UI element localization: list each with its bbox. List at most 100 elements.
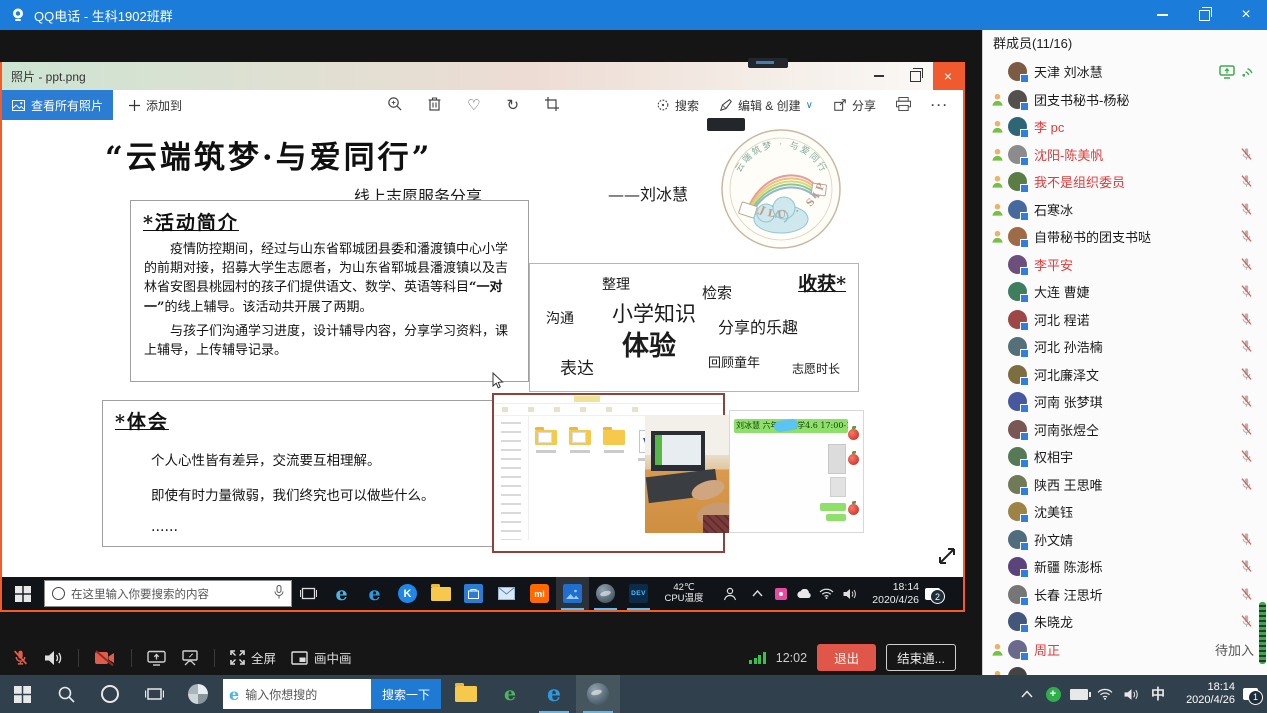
shared-clock[interactable]: 18:142020/4/26 bbox=[861, 581, 919, 606]
minimize-button[interactable] bbox=[1141, 0, 1183, 30]
avatar bbox=[1008, 227, 1027, 246]
rotate-icon[interactable]: ↻ bbox=[506, 98, 519, 113]
cortana-icon[interactable] bbox=[88, 675, 132, 713]
photos-restore-button[interactable] bbox=[897, 62, 933, 90]
photos-minimize-button[interactable] bbox=[861, 62, 897, 90]
edge-icon[interactable]: e bbox=[358, 577, 391, 610]
qq-app-icon[interactable] bbox=[576, 675, 620, 713]
member-name: 李 pc bbox=[1034, 117, 1064, 136]
qq-app-icon[interactable] bbox=[589, 577, 622, 610]
mic-muted-button[interactable] bbox=[12, 649, 29, 666]
member-row[interactable]: 河南张煜仝 bbox=[983, 416, 1267, 444]
antivirus-tray-icon[interactable]: + bbox=[1041, 675, 1065, 713]
file-explorer-icon[interactable] bbox=[424, 577, 457, 610]
member-row[interactable]: 石寒冰 bbox=[983, 196, 1267, 224]
member-row[interactable]: 朱晓龙 bbox=[983, 608, 1267, 636]
search-now-button[interactable]: 搜索一下 bbox=[371, 679, 441, 709]
green-browser-icon[interactable]: e bbox=[488, 675, 532, 713]
member-row[interactable]: 新疆 陈澎栎 bbox=[983, 553, 1267, 581]
tray-app-icon[interactable] bbox=[769, 577, 792, 610]
member-row[interactable]: 陕西 王思唯 bbox=[983, 471, 1267, 499]
member-row[interactable]: 周正待加入 bbox=[983, 636, 1267, 664]
edge-icon[interactable]: e bbox=[532, 675, 576, 713]
people-icon[interactable] bbox=[713, 577, 746, 610]
crop-icon[interactable] bbox=[545, 97, 559, 114]
onedrive-icon[interactable] bbox=[792, 577, 815, 610]
add-to-button[interactable]: 添加到 bbox=[129, 97, 182, 114]
system-clock[interactable]: 18:142020/4/26 bbox=[1173, 681, 1235, 707]
member-row[interactable]: 孙文婧 bbox=[983, 526, 1267, 554]
member-row[interactable]: 天津 刘冰慧 bbox=[983, 58, 1267, 86]
member-row[interactable]: 河北 孙浩楠 bbox=[983, 333, 1267, 361]
fullscreen-button[interactable]: 全屏 bbox=[230, 648, 276, 667]
screen-share-button[interactable] bbox=[147, 650, 166, 666]
mic-icon[interactable] bbox=[274, 585, 284, 602]
camera-off-button[interactable] bbox=[94, 650, 116, 666]
action-center-icon[interactable]: 1 bbox=[1237, 678, 1263, 711]
delete-icon[interactable] bbox=[428, 96, 441, 114]
chevron-up-icon[interactable] bbox=[746, 577, 769, 610]
cpu-temp-widget[interactable]: 42℃CPU温度 bbox=[655, 583, 713, 605]
speaker-icon[interactable] bbox=[1119, 675, 1143, 713]
ime-indicator[interactable]: 中 bbox=[1145, 684, 1171, 704]
wifi-icon[interactable] bbox=[815, 577, 838, 610]
battery-icon[interactable] bbox=[1067, 675, 1091, 713]
member-row[interactable]: 沈美钰 bbox=[983, 498, 1267, 526]
dev-app-icon[interactable]: DEV bbox=[622, 577, 655, 610]
member-row[interactable]: 河北 程诺 bbox=[983, 306, 1267, 334]
shared-screen-stage: 照片 - ppt.png × 查看所有照片 添加到 bbox=[0, 30, 982, 675]
member-row[interactable]: 我不是组织委员 bbox=[983, 168, 1267, 196]
exit-button[interactable]: 退出 bbox=[817, 644, 876, 671]
member-row[interactable]: 权相宇 bbox=[983, 443, 1267, 471]
member-row[interactable]: 长春 汪思圻 bbox=[983, 581, 1267, 609]
member-row[interactable]: 河南 张梦琪 bbox=[983, 388, 1267, 416]
member-row[interactable] bbox=[983, 663, 1267, 675]
close-button[interactable]: × bbox=[1225, 0, 1267, 30]
start-button[interactable] bbox=[0, 675, 44, 713]
expand-view-button[interactable] bbox=[933, 542, 961, 570]
share-toolbar-handle[interactable] bbox=[748, 58, 788, 68]
speaker-button[interactable] bbox=[44, 650, 63, 666]
start-button[interactable] bbox=[2, 577, 44, 610]
edit-create-button[interactable]: 编辑 & 创建 ∨ bbox=[719, 97, 813, 114]
see-more-button[interactable]: ··· bbox=[931, 98, 949, 112]
pinwheel-app-icon[interactable] bbox=[176, 675, 220, 713]
wifi-icon[interactable] bbox=[1093, 675, 1117, 713]
taskbar-search-input[interactable]: 在这里输入你要搜索的内容 bbox=[44, 580, 292, 607]
restore-button[interactable] bbox=[1183, 0, 1225, 30]
store-icon[interactable] bbox=[457, 577, 490, 610]
task-view-icon[interactable] bbox=[132, 675, 176, 713]
share-button[interactable]: 分享 bbox=[833, 97, 876, 114]
speaker-icon[interactable] bbox=[838, 577, 861, 610]
browser-search-widget[interactable]: e 输入你想搜的 搜索一下 bbox=[223, 679, 441, 709]
file-explorer-icon[interactable] bbox=[444, 675, 488, 713]
mi-icon[interactable]: mi bbox=[523, 577, 556, 610]
share-toolbar-handle-2[interactable] bbox=[707, 118, 745, 131]
task-view-icon[interactable] bbox=[292, 577, 325, 610]
ie-icon[interactable]: e bbox=[325, 577, 358, 610]
search-button[interactable]: 搜索 bbox=[656, 97, 699, 114]
search-icon[interactable] bbox=[44, 675, 88, 713]
whiteboard-button[interactable] bbox=[181, 650, 199, 666]
member-row[interactable]: 李 pc bbox=[983, 113, 1267, 141]
favorite-icon[interactable]: ♡ bbox=[467, 98, 480, 113]
member-row[interactable]: 大连 曹婕 bbox=[983, 278, 1267, 306]
mail-icon[interactable] bbox=[490, 577, 523, 610]
photos-close-button[interactable]: × bbox=[933, 62, 963, 90]
photos-app-icon[interactable] bbox=[556, 577, 589, 610]
member-row[interactable]: 李平安 bbox=[983, 251, 1267, 279]
scrollbar-thumb[interactable] bbox=[1259, 602, 1266, 664]
view-all-photos-button[interactable]: 查看所有照片 bbox=[2, 90, 113, 120]
member-row[interactable]: 自带秘书的团支书哒 bbox=[983, 223, 1267, 251]
member-row[interactable]: 沈阳-陈美帆 bbox=[983, 141, 1267, 169]
action-center-icon[interactable]: 2 bbox=[919, 577, 945, 610]
chevron-up-icon[interactable] bbox=[1015, 675, 1039, 713]
end-call-button[interactable]: 结束通... bbox=[886, 644, 956, 671]
zoom-icon[interactable] bbox=[387, 96, 402, 114]
pip-button[interactable]: 画中画 bbox=[291, 648, 352, 667]
reflection-line: …… bbox=[151, 519, 516, 535]
member-row[interactable]: 河北廉泽文 bbox=[983, 361, 1267, 389]
k-app-icon[interactable]: K bbox=[391, 577, 424, 610]
print-icon[interactable] bbox=[896, 97, 911, 114]
member-row[interactable]: 团支书秘书-杨秘 bbox=[983, 86, 1267, 114]
